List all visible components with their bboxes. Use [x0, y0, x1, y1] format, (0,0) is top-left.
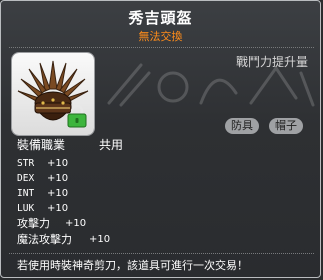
item-name: 秀吉頭盔	[128, 9, 193, 27]
stat-row-int: INT +10	[17, 186, 68, 201]
category-tag-armor: 防具	[225, 118, 259, 134]
divider-top	[9, 47, 314, 48]
stat-value: +10	[47, 158, 69, 169]
lock-icon	[67, 104, 87, 128]
required-job-label: 裝備職業	[17, 138, 66, 152]
combat-power-label: 戰鬥力提升量	[235, 55, 308, 69]
required-job-row: 裝備職業 共用	[17, 136, 123, 153]
stat-value: +10	[89, 234, 111, 245]
stat-row-magic-attack: 魔法攻擊力 +10	[17, 232, 110, 247]
stat-value: +10	[65, 218, 87, 229]
trade-note: 若使用時裝神奇剪刀，該道具可進行一次交易！	[17, 259, 248, 272]
divider-bottom	[9, 253, 314, 254]
stat-value: +10	[47, 203, 69, 214]
stat-name: 攻擊力	[17, 217, 50, 230]
required-job-value: 共用	[99, 138, 124, 152]
stat-row-attack: 攻擊力 +10	[17, 216, 86, 231]
stat-name: DEX	[17, 173, 35, 184]
stat-name: INT	[17, 188, 35, 199]
stat-row-str: STR +10	[17, 156, 68, 171]
stat-row-luk: LUK +10	[17, 201, 68, 216]
stat-name: STR	[17, 158, 35, 169]
stat-value: +10	[47, 188, 69, 199]
stat-value: +10	[47, 173, 69, 184]
stat-name: LUK	[17, 203, 35, 214]
category-tag-hat: 帽子	[269, 118, 303, 134]
stat-name: 魔法攻擊力	[17, 233, 72, 246]
item-icon-frame	[12, 53, 94, 135]
stat-row-dex: DEX +10	[17, 171, 68, 186]
item-tooltip: 秀吉頭盔 無法交換 戰鬥力提升量 防具 帽子 裝備職業 共用 STR +10 D…	[0, 0, 321, 278]
trade-status: 無法交換	[138, 30, 183, 43]
